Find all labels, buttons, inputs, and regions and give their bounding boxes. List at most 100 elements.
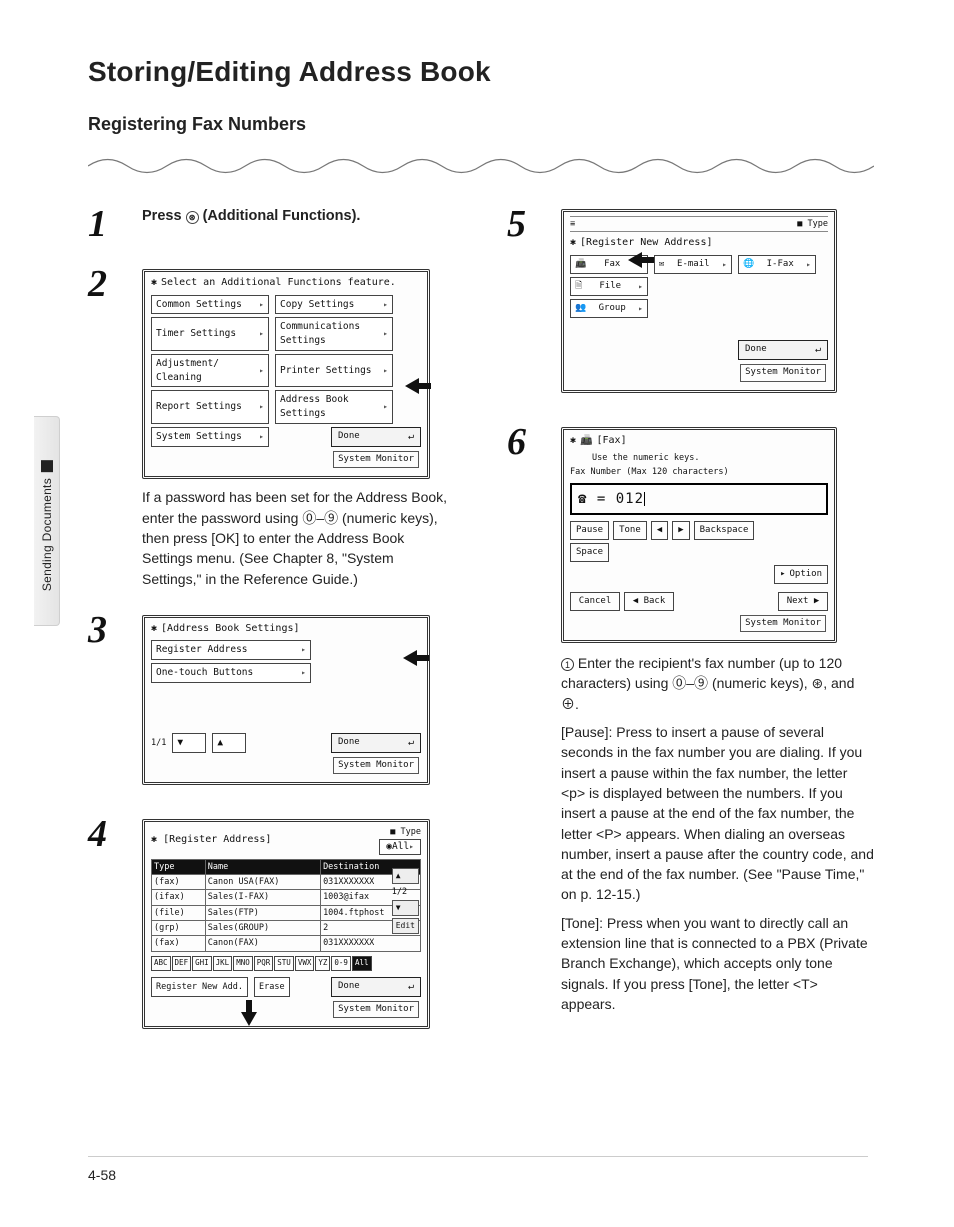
substep-1-icon: 1 [561,658,574,671]
screen4-title: [Register Address] [163,834,271,845]
page-title: Storing/Editing Address Book [88,56,874,88]
address-book-settings-button[interactable]: Address Book Settings▸ [275,390,393,424]
gear-icon: ✱ [151,622,157,637]
page-number: 4-58 [88,1167,116,1183]
step-number-1: 1 [88,205,122,243]
done-button[interactable]: Done↵ [331,427,421,448]
alpha-def[interactable]: DEF [172,956,192,971]
one-touch-buttons[interactable]: One-touch Buttons▸ [151,663,311,683]
system-monitor-button[interactable]: System Monitor [740,364,826,381]
col-name: Name [205,859,320,874]
step1-suffix: (Additional Functions). [199,208,361,224]
group-button[interactable]: 👥Group▸ [570,299,648,318]
cursor-right-key[interactable]: ▶ [672,521,689,540]
alpha-mno[interactable]: MNO [233,956,253,971]
step-5: 5 ≡■ Type ✱[Register New Address] 📠Fax▸ … [507,205,874,401]
step-number-4: 4 [88,815,122,1037]
alpha-ghi[interactable]: GHI [192,956,212,971]
cancel-button[interactable]: Cancel [570,592,620,611]
page-footer: 4-58 [88,1156,868,1183]
additional-functions-key-icon: ⊛ [186,211,199,224]
page-next-button[interactable]: ▲ [212,733,246,753]
pointer-icon [401,368,437,404]
email-button[interactable]: ✉E-mail▸ [654,255,732,274]
communications-settings-button[interactable]: Communications Settings▸ [275,317,393,351]
pause-key[interactable]: Pause [570,521,609,540]
pointer-icon [624,242,660,278]
gear-icon: ✱ [570,434,576,449]
back-button[interactable]: ◀ Back [624,592,674,611]
register-address-button[interactable]: Register Address▸ [151,640,311,660]
scroll-up-button[interactable]: ▲ [392,868,419,884]
substep-1-text: Enter the recipient's fax number (up to … [561,655,854,712]
option-button[interactable]: ▸ Option [774,565,828,584]
step-1: 1 Press ⊛ (Additional Functions). [88,205,455,243]
screen-register-new-address: ≡■ Type ✱[Register New Address] 📠Fax▸ ✉E… [561,209,837,393]
system-monitor-button[interactable]: System Monitor [740,615,826,632]
ifax-button[interactable]: 🌐I-Fax▸ [738,255,816,274]
copy-settings-button[interactable]: Copy Settings▸ [275,295,393,315]
sidebar-text: Sending Documents [40,478,54,591]
col-type: Type [152,859,206,874]
cursor-left-key[interactable]: ◀ [651,521,668,540]
file-button[interactable]: 🗎File▸ [570,277,648,296]
done-button[interactable]: Done↵ [331,733,421,754]
tone-description: [Tone]: Press when you want to directly … [561,913,874,1014]
alpha-yz[interactable]: YZ [315,956,330,971]
table-row[interactable]: (file)Sales(FTP)1004.ftphost [152,905,421,920]
step-3: 3 ✱ [Address Book Settings] Register Addr… [88,611,455,794]
table-row[interactable]: (fax)Canon USA(FAX)031XXXXXXX [152,875,421,890]
alpha-abc[interactable]: ABC [151,956,171,971]
gear-icon: ✱ [151,834,157,845]
screen-address-book-settings: ✱ [Address Book Settings] Register Addres… [142,615,430,786]
system-monitor-button[interactable]: System Monitor [333,1001,419,1018]
sidebar-section-label: Sending Documents [40,460,54,591]
alpha-vwx[interactable]: VWX [295,956,315,971]
system-monitor-button[interactable]: System Monitor [333,451,419,468]
table-row[interactable]: (ifax)Sales(I-FAX)1003@ifax [152,890,421,905]
screen6-sublabel: Fax Number (Max 120 characters) [570,466,828,478]
address-table: TypeNameDestination (fax)Canon USA(FAX)0… [151,859,421,952]
alpha-jkl[interactable]: JKL [213,956,233,971]
page-prev-button[interactable]: ▼ [172,733,206,753]
step6-instructions: 1 Enter the recipient's fax number (up t… [561,653,874,1014]
adjustment-cleaning-button[interactable]: Adjustment/ Cleaning▸ [151,354,269,388]
printer-settings-button[interactable]: Printer Settings▸ [275,354,393,388]
gear-icon: ✱ [151,276,157,291]
screen3-title: [Address Book Settings] [161,622,299,637]
step-number-3: 3 [88,611,122,794]
alpha-09[interactable]: 0-9 [331,956,351,971]
report-settings-button[interactable]: Report Settings▸ [151,390,269,424]
space-key[interactable]: Space [570,543,609,562]
pointer-icon [231,994,267,1030]
table-row[interactable]: (fax)Canon(FAX)031XXXXXXX [152,936,421,951]
next-button[interactable]: Next ▶ [778,592,828,611]
screen-register-address: ✱ [Register Address] ■ Type ◉ All ▸ Type… [142,819,430,1029]
edit-button[interactable]: Edit [392,918,419,934]
step-2: 2 ✱Select an Additional Functions featur… [88,265,455,589]
type-label: ■ Type [390,826,421,838]
backspace-key[interactable]: Backspace [694,521,755,540]
common-settings-button[interactable]: Common Settings▸ [151,295,269,315]
tone-key[interactable]: Tone [613,521,647,540]
table-row[interactable]: (grp)Sales(GROUP)2 [152,921,421,936]
alpha-stu[interactable]: STU [274,956,294,971]
gear-icon: ✱ [570,236,576,251]
done-button[interactable]: Done↵ [331,977,421,998]
screen6-title: [Fax] [596,434,626,449]
system-settings-button[interactable]: System Settings▸ [151,427,269,448]
system-monitor-button[interactable]: System Monitor [333,757,419,774]
type-all-selector[interactable]: ◉ All ▸ [379,839,421,855]
page-indicator: 1/2 [392,886,419,898]
alpha-filter-bar: ABC DEF GHI JKL MNO PQR STU VWX YZ 0-9 A… [151,956,421,971]
alpha-all[interactable]: All [352,956,372,971]
step2-note: If a password has been set for the Addre… [142,487,455,588]
scroll-down-button[interactable]: ▼ [392,900,419,916]
step-number-6: 6 [507,423,541,1019]
fax-number-field[interactable]: ☎ = 012 [570,483,828,515]
alpha-pqr[interactable]: PQR [254,956,274,971]
done-button[interactable]: Done↵ [738,340,828,361]
page-indicator: 1/1 [151,737,166,749]
step-number-5: 5 [507,205,541,401]
timer-settings-button[interactable]: Timer Settings▸ [151,317,269,351]
